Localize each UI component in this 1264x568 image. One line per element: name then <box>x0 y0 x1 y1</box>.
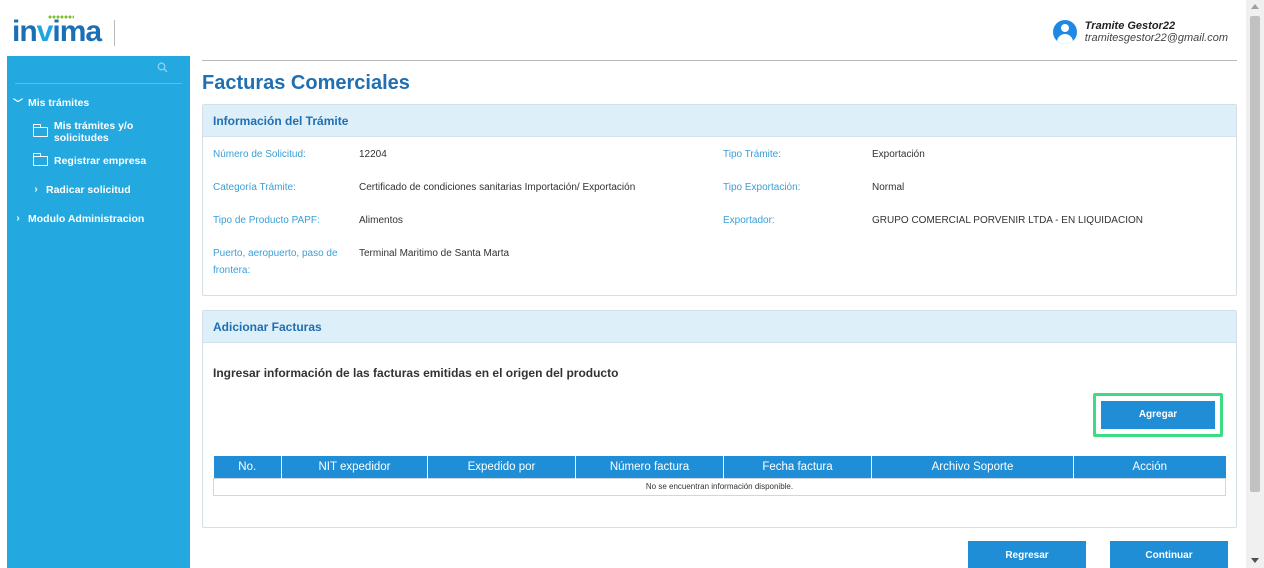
puerto-label-line1: Puerto, aeropuerto, paso de <box>213 248 338 259</box>
sidebar-item-label: Radicar solicitud <box>46 183 131 196</box>
categoria-tramite-value: Certificado de condiciones sanitarias Im… <box>359 182 636 193</box>
user-name: Tramite Gestor22 <box>1084 20 1176 32</box>
user-info: Tramite Gestor22 tramitesgestor22@gmail.… <box>1085 20 1228 44</box>
scrollbar-thumb[interactable] <box>1250 16 1260 492</box>
info-fields: Número de Solicitud: 12204 Tipo Trámite:… <box>203 105 1236 295</box>
column-header[interactable]: Acción <box>1073 456 1226 478</box>
page: invima Tramite Gestor22 tramitesgestor22… <box>0 0 1264 568</box>
sidebar-search[interactable] <box>15 56 182 84</box>
tipo-exportacion-label: Tipo Exportación: <box>723 182 801 193</box>
sidebar-item-label: Registrar empresa <box>54 154 147 167</box>
exportador-label: Exportador: <box>723 215 775 226</box>
tipo-producto-label: Tipo de Producto PAPF: <box>213 215 320 226</box>
exportador-value: GRUPO COMERCIAL PORVENIR LTDA - EN LIQUI… <box>872 215 1143 226</box>
tipo-exportacion-value: Normal <box>872 182 905 193</box>
sidebar-item-mis-tramites[interactable]: ﹀ Mis trámites <box>7 88 190 117</box>
folder-icon <box>32 152 48 166</box>
panel-title: Adicionar Facturas <box>203 311 1236 343</box>
chevron-right-icon: › <box>34 184 38 195</box>
agregar-button[interactable]: Agregar <box>1101 401 1215 429</box>
user-email: tramitesgestor22@gmail.com <box>1084 32 1228 44</box>
empty-table-message: No se encuentran información disponible. <box>213 477 1226 496</box>
sidebar-item-label: Mis trámites y/o solicitudes <box>53 119 134 144</box>
scroll-up-icon[interactable] <box>1251 4 1259 9</box>
invima-logo[interactable]: invima <box>12 12 102 48</box>
content-divider <box>202 60 1237 61</box>
sidebar-item-modulo-administracion[interactable]: › Modulo Administracion <box>7 204 190 233</box>
logo-text: invima <box>12 15 102 48</box>
column-header[interactable]: NIT expedidor <box>281 456 428 478</box>
search-icon[interactable] <box>157 62 168 73</box>
info-tramite-panel: Información del Trámite Número de Solici… <box>202 104 1237 296</box>
sidebar-item-registrar-empresa[interactable]: Registrar empresa <box>7 146 190 175</box>
facturas-table: No. NIT expedidor Expedido por Número fa… <box>213 456 1226 496</box>
column-header[interactable]: Archivo Soporte <box>871 456 1074 478</box>
tipo-tramite-value: Exportación <box>872 149 925 160</box>
table-header-row: No. NIT expedidor Expedido por Número fa… <box>213 456 1226 478</box>
top-header: invima Tramite Gestor22 tramitesgestor22… <box>0 0 1246 56</box>
logo-divider <box>114 20 115 46</box>
user-menu[interactable]: Tramite Gestor22 tramitesgestor22@gmail.… <box>1052 20 1228 44</box>
column-header[interactable]: Fecha factura <box>723 456 872 478</box>
sidebar-item-mis-tramites-solicitudes[interactable]: Mis trámites y/o solicitudes <box>7 117 190 146</box>
sidebar-item-label: Mis trámites <box>28 96 90 109</box>
sidebar: ﹀ Mis trámites Mis trámites y/o solicitu… <box>7 56 190 568</box>
categoria-tramite-label: Categoría Trámite: <box>213 182 296 193</box>
scroll-down-icon[interactable] <box>1251 558 1259 563</box>
column-header[interactable]: No. <box>213 456 282 478</box>
chevron-right-icon: › <box>16 213 20 224</box>
sidebar-item-radicar-solicitud[interactable]: › Radicar solicitud <box>7 175 190 204</box>
page-title: Facturas Comerciales <box>202 72 410 94</box>
sidebar-item-label: Modulo Administracion <box>28 212 145 225</box>
numero-solicitud-value: 12204 <box>359 149 387 160</box>
regresar-button[interactable]: Regresar <box>968 541 1086 568</box>
puerto-value: Terminal Maritimo de Santa Marta <box>359 248 510 259</box>
agregar-focus-ring: Agregar <box>1093 393 1223 437</box>
page-scrollbar[interactable] <box>1246 0 1264 568</box>
facturas-instructions: Ingresar información de las facturas emi… <box>213 366 619 380</box>
folder-icon <box>32 123 48 137</box>
tipo-tramite-label: Tipo Trámite: <box>723 149 781 160</box>
adicionar-facturas-panel: Adicionar Facturas Ingresar información … <box>202 310 1237 528</box>
continuar-button[interactable]: Continuar <box>1110 541 1228 568</box>
chevron-down-icon: ﹀ <box>13 99 23 110</box>
column-header[interactable]: Número factura <box>575 456 724 478</box>
numero-solicitud-label: Número de Solicitud: <box>213 149 306 160</box>
user-avatar-icon[interactable] <box>1052 20 1077 44</box>
logo-dots-icon <box>48 14 74 20</box>
column-header[interactable]: Expedido por <box>427 456 576 478</box>
puerto-label-line2: frontera: <box>213 265 251 276</box>
tipo-producto-value: Alimentos <box>359 215 403 226</box>
table-row: No se encuentran información disponible. <box>213 477 1226 496</box>
